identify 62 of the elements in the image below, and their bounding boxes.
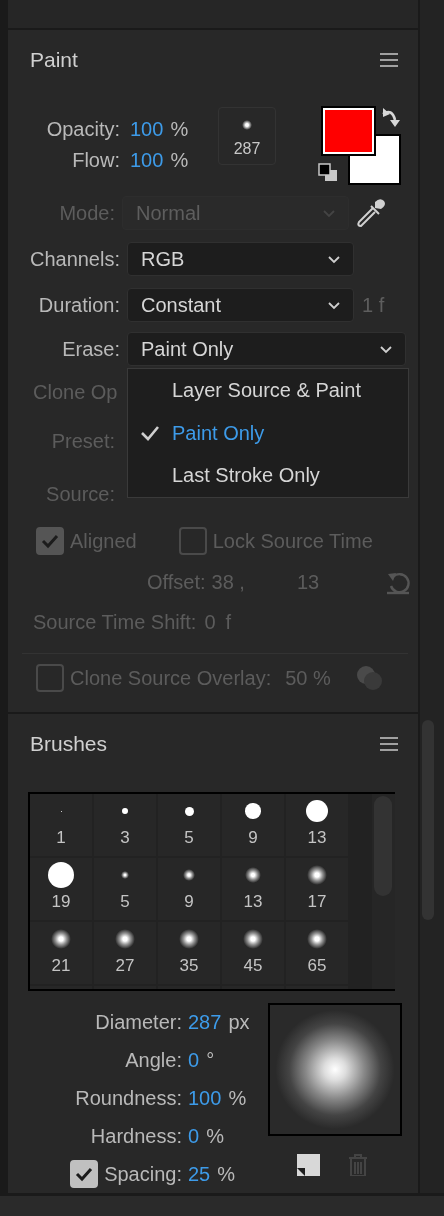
brush-preset[interactable]: 5 xyxy=(158,794,222,858)
field-label: Hardness: xyxy=(89,1124,182,1148)
dropdown[interactable]: Paint Only xyxy=(127,332,406,366)
brush-preset[interactable]: 65 xyxy=(286,922,350,986)
dropdown[interactable]: RGB xyxy=(127,242,354,276)
checkmark-icon xyxy=(140,425,160,441)
menu-item[interactable]: Last Stroke Only xyxy=(128,454,408,497)
field-label: Diameter: xyxy=(94,1010,182,1034)
field-label: Spacing: xyxy=(104,1162,182,1186)
brush-preset[interactable]: 9 xyxy=(222,794,286,858)
value-field[interactable]: 0 xyxy=(188,1124,200,1148)
swap-arrow-icon[interactable] xyxy=(380,106,402,128)
checkbox[interactable] xyxy=(70,1160,99,1188)
value-field[interactable]: 287 xyxy=(188,1010,222,1034)
brush-tip-button[interactable]: 287 xyxy=(218,107,276,165)
field-label: Opacity: xyxy=(45,118,120,141)
unit-label: % xyxy=(206,1124,224,1148)
default-colors-icon[interactable] xyxy=(318,163,338,182)
brush-preset[interactable]: 21 xyxy=(30,922,94,986)
brush-preset[interactable]: 9 xyxy=(158,858,222,922)
brush-preset[interactable]: 13 xyxy=(222,858,286,922)
menu-icon[interactable] xyxy=(380,737,398,751)
value-field[interactable]: 0 xyxy=(188,1048,200,1072)
unit-label: % xyxy=(228,1086,247,1110)
brush-preset[interactable]: 3 xyxy=(94,794,158,858)
field-label: Channels: xyxy=(28,247,120,271)
brush-preset[interactable]: 1 xyxy=(30,794,94,858)
value-field[interactable]: 25 xyxy=(188,1162,211,1186)
brush-preset[interactable]: 45 xyxy=(222,922,286,986)
brush-preset[interactable]: 35 xyxy=(158,922,222,986)
checkmark-icon xyxy=(40,533,60,549)
chevron-down-icon xyxy=(327,300,341,310)
field-label: Angle: xyxy=(124,1048,182,1072)
unit-label: px xyxy=(228,1010,250,1034)
unit-label: ° xyxy=(206,1048,215,1072)
field-label: Erase: xyxy=(61,337,120,361)
unit-label: % xyxy=(170,149,189,172)
dropdown[interactable]: Constant xyxy=(127,288,354,322)
menu-item[interactable]: Layer Source & Paint xyxy=(128,369,408,412)
brush-preset[interactable]: 27 xyxy=(94,922,158,986)
chevron-down-icon xyxy=(322,208,336,218)
brush-preset[interactable]: 13 xyxy=(286,794,350,858)
chevron-down-icon xyxy=(379,344,393,354)
menu-item[interactable]: Paint Only xyxy=(128,411,408,455)
unit-label: % xyxy=(217,1162,236,1186)
value-field[interactable]: 100 xyxy=(130,149,164,172)
panel-title: Brushes xyxy=(30,732,108,756)
chevron-down-icon xyxy=(327,254,341,264)
field-label: Flow: xyxy=(71,149,120,172)
brush-preset[interactable]: 5 xyxy=(94,858,158,922)
value-field[interactable]: 100 xyxy=(130,118,164,141)
brush-preset[interactable]: 17 xyxy=(286,858,350,922)
brush-preset[interactable]: 19 xyxy=(30,858,94,922)
menu-icon[interactable] xyxy=(380,53,398,67)
new-brush-icon[interactable] xyxy=(294,1154,321,1176)
color-swatches[interactable] xyxy=(318,106,402,186)
value-field[interactable]: 100 xyxy=(188,1086,222,1110)
checkmark-icon xyxy=(74,1166,95,1182)
field-label: Roundness: xyxy=(74,1086,182,1110)
unit-label: % xyxy=(170,118,189,141)
panel-title: Paint xyxy=(30,48,78,72)
field-label: Duration: xyxy=(37,293,120,317)
